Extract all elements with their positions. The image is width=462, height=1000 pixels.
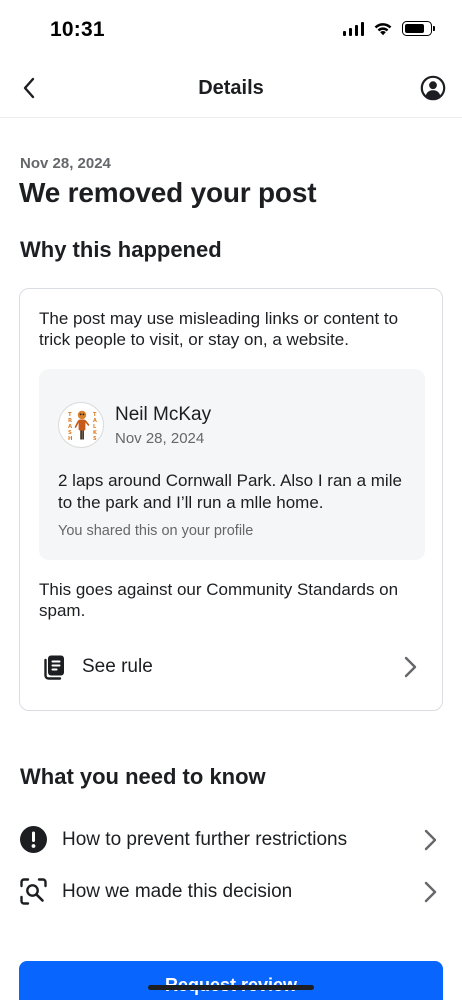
- avatar: T R A S H T A L K S: [58, 402, 104, 448]
- status-bar: 10:31: [0, 0, 462, 62]
- reason-description: The post may use misleading links or con…: [39, 309, 399, 349]
- cellular-signal-icon: [342, 21, 364, 36]
- post-share-note: You shared this on your profile: [58, 523, 254, 539]
- rule-book-icon: [44, 655, 64, 680]
- svg-text:H: H: [68, 436, 73, 442]
- know-section-title: What you need to know: [20, 764, 266, 789]
- reason-card: The post may use misleading links or con…: [19, 288, 443, 711]
- see-rule-label: See rule: [82, 656, 153, 677]
- status-icons: [342, 21, 435, 36]
- profile-button[interactable]: [418, 73, 448, 103]
- user-circle-icon: [420, 75, 446, 101]
- status-time: 10:31: [50, 18, 105, 41]
- page-header-title: Details: [198, 77, 264, 99]
- decision-info-label: How we made this decision: [62, 881, 293, 902]
- svg-text:S: S: [93, 436, 97, 442]
- trash-talkers-logo-icon: T R A S H T A L K S: [68, 410, 98, 442]
- wifi-icon: [374, 23, 392, 36]
- chevron-right-icon: [424, 829, 437, 851]
- community-standards-text: This goes against our Community Standard…: [39, 580, 399, 620]
- prevent-restrictions-row[interactable]: How to prevent further restrictions: [0, 820, 462, 860]
- page-title: We removed your post: [19, 177, 317, 208]
- home-indicator[interactable]: [148, 985, 314, 990]
- post-text: 2 laps around Cornwall Park. Also I ran …: [58, 471, 402, 512]
- chevron-right-icon: [424, 881, 437, 903]
- why-section-title: Why this happened: [20, 237, 222, 262]
- post-date: Nov 28, 2024: [115, 430, 205, 447]
- nav-header: Details: [0, 62, 462, 118]
- battery-icon: [402, 21, 435, 36]
- decision-info-row[interactable]: How we made this decision: [0, 872, 462, 912]
- removed-post-preview: T R A S H T A L K S Neil McKay Nov 28, 2…: [39, 369, 425, 560]
- see-rule-row[interactable]: See rule: [20, 645, 442, 689]
- removal-date: Nov 28, 2024: [20, 155, 111, 172]
- post-author-name: Neil McKay: [115, 404, 212, 425]
- request-review-button[interactable]: Request review: [19, 961, 443, 1000]
- exclamation-circle-icon: [20, 826, 47, 853]
- search-magnifier-icon: [20, 878, 47, 905]
- prevent-restrictions-label: How to prevent further restrictions: [62, 829, 348, 850]
- chevron-right-icon: [404, 656, 417, 678]
